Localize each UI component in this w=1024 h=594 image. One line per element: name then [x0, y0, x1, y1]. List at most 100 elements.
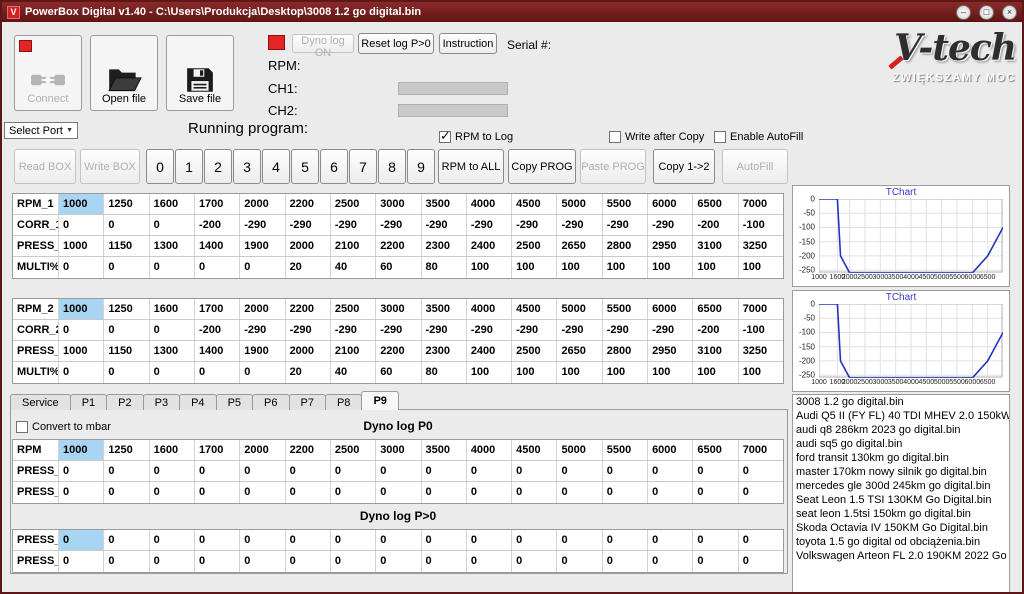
grid-cell[interactable]: 4000: [467, 194, 512, 214]
grid-cell[interactable]: 0: [512, 482, 557, 503]
grid-cell[interactable]: 3500: [422, 440, 467, 460]
grid-cell[interactable]: 0: [648, 461, 693, 481]
grid-cell[interactable]: 0: [739, 530, 783, 550]
grid-cell[interactable]: 1000: [59, 194, 104, 214]
grid-cell[interactable]: 0: [286, 461, 331, 481]
grid-cell[interactable]: 0: [104, 257, 149, 278]
grid-cell[interactable]: 2800: [603, 341, 648, 361]
grid-cell[interactable]: 0: [557, 482, 602, 503]
grid-cell[interactable]: 0: [195, 530, 240, 550]
enable-autofill-checkbox[interactable]: Enable AutoFill: [714, 131, 803, 143]
grid-cell[interactable]: 20: [286, 257, 331, 278]
grid-cell[interactable]: 0: [59, 461, 104, 481]
grid-cell[interactable]: 1000: [59, 299, 104, 319]
grid-cell[interactable]: 2500: [331, 299, 376, 319]
grid-cell[interactable]: 4500: [512, 299, 557, 319]
grid-cell[interactable]: 2650: [557, 236, 602, 256]
select-port-dropdown[interactable]: Select Port ▼: [4, 122, 78, 139]
grid-cell[interactable]: 0: [331, 482, 376, 503]
grid-cell[interactable]: 7000: [739, 440, 783, 460]
grid-cell[interactable]: 0: [739, 551, 783, 572]
connect-button[interactable]: Connect: [14, 35, 82, 111]
minimize-icon[interactable]: –: [956, 5, 971, 20]
copy-1-to-2-button[interactable]: Copy 1->2: [653, 149, 715, 184]
rpm-to-log-checkbox[interactable]: ✓ RPM to Log: [439, 131, 513, 143]
grid-cell[interactable]: 0: [240, 257, 285, 278]
grid-cell[interactable]: 0: [104, 215, 149, 235]
grid-cell[interactable]: 2200: [286, 194, 331, 214]
write-after-copy-checkbox[interactable]: Write after Copy: [609, 131, 704, 143]
grid-cell[interactable]: 100: [603, 257, 648, 278]
file-list-item[interactable]: mercedes gle 300d 245km go digital.bin: [793, 479, 1009, 493]
grid-cell[interactable]: -290: [512, 215, 557, 235]
grid-cell[interactable]: 0: [422, 530, 467, 550]
grid-cell[interactable]: 0: [59, 482, 104, 503]
grid-cell[interactable]: 1000: [59, 341, 104, 361]
tab-p4[interactable]: P4: [179, 394, 216, 410]
grid-cell[interactable]: -200: [693, 320, 738, 340]
grid-cell[interactable]: 0: [104, 482, 149, 503]
grid-cell[interactable]: 0: [195, 461, 240, 481]
grid-cell[interactable]: 2000: [286, 341, 331, 361]
grid-cell[interactable]: 0: [422, 461, 467, 481]
grid-cell[interactable]: 0: [512, 551, 557, 572]
grid-cell[interactable]: 0: [331, 530, 376, 550]
grid-cell[interactable]: 0: [59, 530, 104, 550]
grid-cell[interactable]: 1150: [104, 341, 149, 361]
grid-cell[interactable]: 1700: [195, 299, 240, 319]
grid-cell[interactable]: 0: [376, 551, 421, 572]
grid-cell[interactable]: 3000: [376, 440, 421, 460]
grid-cell[interactable]: 0: [240, 482, 285, 503]
grid-cell[interactable]: 0: [59, 215, 104, 235]
grid-cell[interactable]: 6500: [693, 299, 738, 319]
grid-cell[interactable]: 4000: [467, 440, 512, 460]
autofill-button[interactable]: AutoFill: [722, 149, 788, 184]
grid-cell[interactable]: 1600: [150, 194, 195, 214]
file-list-item[interactable]: ford transit 130km go digital.bin: [793, 451, 1009, 465]
tab-p3[interactable]: P3: [143, 394, 180, 410]
grid-cell[interactable]: 0: [104, 551, 149, 572]
file-list-item[interactable]: audi sq5 go digital.bin: [793, 437, 1009, 451]
tab-p8[interactable]: P8: [325, 394, 362, 410]
grid-cell[interactable]: 5500: [603, 299, 648, 319]
grid-cell[interactable]: -100: [739, 215, 783, 235]
grid-cell[interactable]: 1250: [104, 194, 149, 214]
grid-cell[interactable]: 5500: [603, 194, 648, 214]
tab-p5[interactable]: P5: [216, 394, 253, 410]
grid-cell[interactable]: 60: [376, 257, 421, 278]
grid-cell[interactable]: -290: [467, 215, 512, 235]
grid-cell[interactable]: 0: [376, 530, 421, 550]
read-box-button[interactable]: Read BOX: [14, 149, 76, 184]
grid-cell[interactable]: 0: [150, 215, 195, 235]
grid-cell[interactable]: 4000: [467, 299, 512, 319]
reset-log-button[interactable]: Reset log P>0: [358, 33, 434, 54]
grid-cell[interactable]: 4500: [512, 440, 557, 460]
grid-cell[interactable]: -290: [422, 215, 467, 235]
grid-cell[interactable]: 1400: [195, 236, 240, 256]
grid-cell[interactable]: 100: [648, 257, 693, 278]
write-box-button[interactable]: Write BOX: [80, 149, 140, 184]
grid-cell[interactable]: 0: [104, 461, 149, 481]
grid-cell[interactable]: 6500: [693, 194, 738, 214]
grid-cell[interactable]: 2500: [331, 194, 376, 214]
grid-cell[interactable]: 5000: [557, 440, 602, 460]
file-list-item[interactable]: toyota 1.5 go digital od obciążenia.bin: [793, 535, 1009, 549]
grid-cell[interactable]: 2500: [331, 440, 376, 460]
grid-cell[interactable]: -290: [376, 320, 421, 340]
close-icon[interactable]: ×: [1002, 5, 1017, 20]
grid-cell[interactable]: 0: [467, 551, 512, 572]
file-list-item[interactable]: Volkswagen Arteon FL 2.0 190KM 2022 Go D…: [793, 549, 1009, 563]
grid-cell[interactable]: 0: [195, 257, 240, 278]
grid-cell[interactable]: -290: [467, 320, 512, 340]
grid-cell[interactable]: 100: [739, 362, 783, 383]
grid-cell[interactable]: 0: [59, 257, 104, 278]
grid-cell[interactable]: 0: [195, 551, 240, 572]
grid-cell[interactable]: 2800: [603, 236, 648, 256]
tab-p7[interactable]: P7: [289, 394, 326, 410]
grid-cell[interactable]: 2300: [422, 341, 467, 361]
grid-cell[interactable]: 5000: [557, 299, 602, 319]
grid-cell[interactable]: 40: [331, 362, 376, 383]
tab-p6[interactable]: P6: [252, 394, 289, 410]
file-list-item[interactable]: master 170km nowy silnik go digital.bin: [793, 465, 1009, 479]
grid-cell[interactable]: 0: [286, 551, 331, 572]
